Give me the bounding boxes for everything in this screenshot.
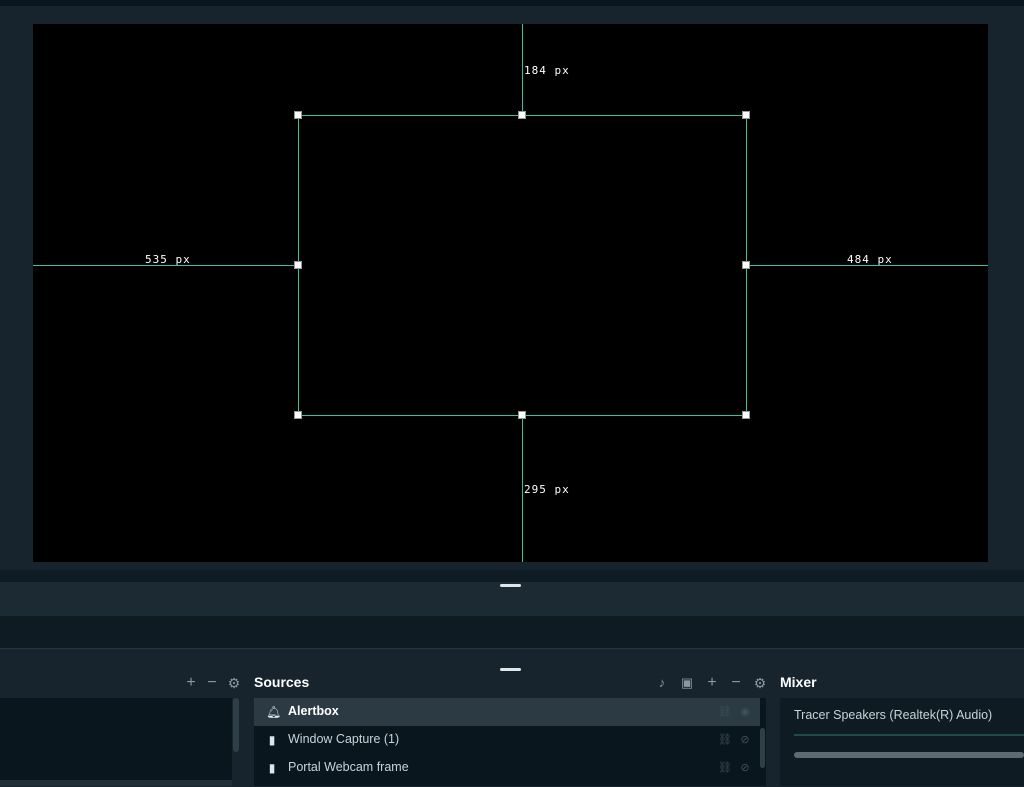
add-folder-icon[interactable]: ▣ (679, 675, 695, 691)
sources-list: 🔔︎ Alertbox ⛓ ◉ ▮ Window Capture (1) ⛓ ⊘… (254, 698, 766, 786)
studio-gap (0, 616, 1024, 648)
measure-top-label: 184 px (524, 64, 570, 77)
editor-divider (0, 570, 1024, 582)
lock-icon[interactable]: ⛓ (718, 762, 732, 774)
lock-icon[interactable]: ⛓ (718, 734, 732, 746)
resize-handle-top[interactable] (518, 111, 526, 119)
gear-icon[interactable]: ⚙ (226, 675, 242, 691)
eye-icon[interactable]: ◉ (739, 706, 751, 718)
mixer-title: Mixer (780, 674, 817, 690)
volume-meter (794, 734, 1024, 736)
source-item-portal-webcam-frame[interactable]: ▮ Portal Webcam frame ⛓ ⊘ (254, 754, 760, 782)
source-settings-gear-icon[interactable]: ⚙ (752, 675, 768, 691)
scenes-scrollbar[interactable] (233, 698, 239, 752)
measure-bottom-label: 295 px (524, 483, 570, 496)
resize-handle-bottom[interactable] (518, 411, 526, 419)
resize-handle-top-right[interactable] (742, 111, 750, 119)
resize-handle-left[interactable] (294, 261, 302, 269)
measure-left-label: 535 px (145, 253, 191, 266)
mixer-source-label: Tracer Speakers (Realtek(R) Audio) (794, 708, 993, 722)
resize-handle-top-left[interactable] (294, 111, 302, 119)
guide-top (522, 24, 523, 116)
resize-handle-bottom-right[interactable] (742, 411, 750, 419)
audio-filter-icon[interactable]: ♪ (654, 675, 670, 691)
image-file-icon: ▮ (268, 761, 276, 775)
lock-icon[interactable]: ⛓ (718, 706, 732, 718)
dock-resize-grip-icon[interactable] (500, 668, 521, 671)
source-label: Window Capture (1) (288, 732, 400, 746)
source-label: Alertbox (288, 704, 339, 718)
remove-source-minus-icon[interactable]: − (728, 675, 744, 691)
measure-right-label: 484 px (847, 253, 893, 266)
source-label: Portal Webcam frame (288, 760, 409, 774)
panel-resize-bar[interactable] (0, 582, 1024, 616)
add-source-plus-icon[interactable]: + (704, 675, 720, 691)
eye-hidden-icon[interactable]: ⊘ (739, 762, 751, 774)
volume-slider[interactable] (794, 752, 1024, 758)
sources-scrollbar[interactable] (760, 728, 765, 768)
scene-item[interactable] (0, 780, 232, 786)
sources-title: Sources (254, 674, 310, 690)
scenes-list[interactable] (0, 698, 232, 786)
guide-bottom (522, 415, 523, 562)
preview-canvas[interactable]: 184 px 535 px 484 px 295 px (33, 24, 988, 562)
minus-icon[interactable]: − (204, 675, 220, 691)
eye-hidden-icon[interactable]: ⊘ (739, 734, 751, 746)
resize-handle-right[interactable] (742, 261, 750, 269)
resize-grip-icon[interactable] (500, 584, 521, 587)
bell-icon: 🔔︎ (266, 705, 282, 719)
plus-icon[interactable]: + (183, 675, 199, 691)
mixer-panel: Tracer Speakers (Realtek(R) Audio) (780, 698, 1024, 786)
file-icon: ▮ (268, 733, 276, 747)
source-item-window-capture[interactable]: ▮ Window Capture (1) ⛓ ⊘ (254, 726, 760, 754)
resize-handle-bottom-left[interactable] (294, 411, 302, 419)
source-item-alertbox[interactable]: 🔔︎ Alertbox ⛓ ◉ (254, 698, 760, 726)
